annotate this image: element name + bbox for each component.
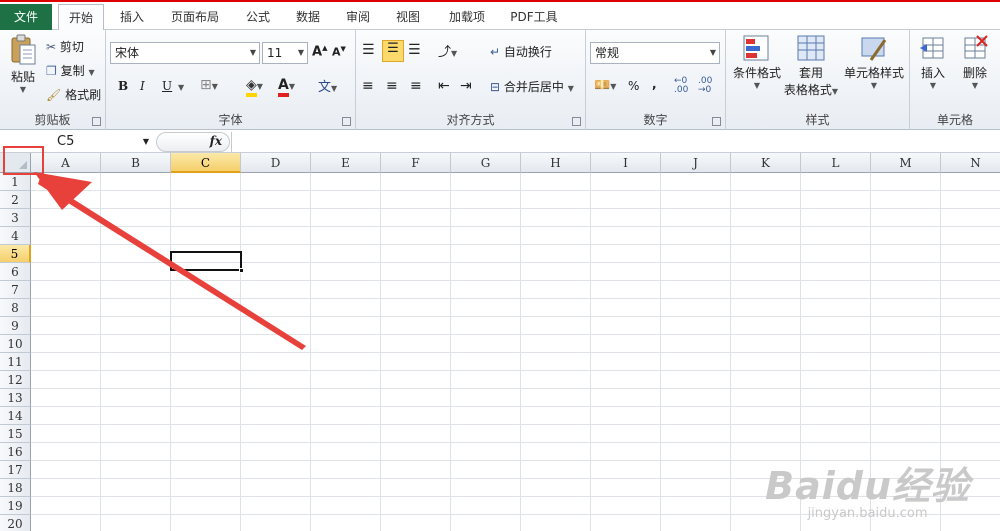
watermark: Baidu经验 jingyan.baidu.com (765, 455, 970, 521)
watermark-logo: Baidu经验 (765, 464, 970, 508)
annotation-arrow-icon (34, 172, 306, 350)
